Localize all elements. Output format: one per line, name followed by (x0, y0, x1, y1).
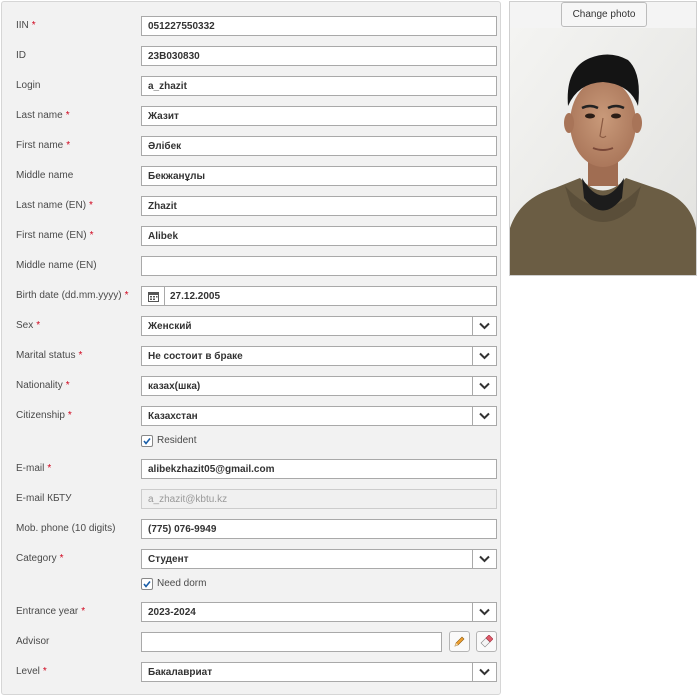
last-name-input[interactable]: Жазит (141, 106, 497, 126)
chevron-down-icon[interactable] (472, 407, 496, 425)
row-first-name-en: First name (EN) * Alibek (2, 226, 500, 246)
required-asterisk: * (65, 380, 70, 391)
last-name-en-input[interactable]: Zhazit (141, 196, 497, 216)
row-id: ID 23B030830 (2, 46, 500, 66)
required-asterisk: * (66, 140, 71, 151)
row-nationality: Nationality * казах(шка) (2, 376, 500, 396)
row-middle-name-en: Middle name (EN) (2, 256, 500, 276)
calendar-icon[interactable] (142, 287, 165, 305)
iin-label: IIN * (16, 20, 36, 31)
citizenship-select[interactable]: Казахстан (141, 406, 497, 426)
change-photo-button[interactable]: Change photo (561, 2, 647, 27)
row-first-name: First name * Әлібек (2, 136, 500, 156)
last-name-label: Last name * (16, 110, 70, 121)
first-name-en-input[interactable]: Alibek (141, 226, 497, 246)
need-dorm-label: Need dorm (157, 578, 207, 589)
email-label: E-mail * (16, 463, 52, 474)
profile-photo (510, 28, 696, 275)
required-asterisk: * (36, 320, 41, 331)
birth-date-input[interactable]: 27.12.2005 (141, 286, 497, 306)
middle-name-input[interactable]: Бекжанұлы (141, 166, 497, 186)
marital-status-select[interactable]: Не состоит в браке (141, 346, 497, 366)
iin-input[interactable]: 051227550332 (141, 16, 497, 36)
checkmark-icon (143, 581, 151, 588)
required-asterisk: * (42, 666, 47, 677)
birth-date-label: Birth date (dd.mm.yyyy) * (16, 290, 129, 301)
row-marital-status: Marital status * Не состоит в браке (2, 346, 500, 366)
mob-phone-label: Mob. phone (10 digits) (16, 523, 116, 534)
row-sex: Sex * Женский (2, 316, 500, 336)
row-login: Login a_zhazit (2, 76, 500, 96)
first-name-input[interactable]: Әлібек (141, 136, 497, 156)
citizenship-label: Citizenship * (16, 410, 72, 421)
email-kbtu-input: a_zhazit@kbtu.kz (141, 489, 497, 509)
row-mob-phone: Mob. phone (10 digits) (775) 076-9949 (2, 519, 500, 539)
need-dorm-checkbox[interactable] (141, 578, 153, 590)
required-asterisk: * (78, 350, 83, 361)
chevron-down-icon[interactable] (472, 317, 496, 335)
row-iin: IIN * 051227550332 (2, 16, 500, 36)
first-name-label: First name * (16, 140, 71, 151)
row-citizenship: Citizenship * Казахстан (2, 406, 500, 426)
email-input[interactable]: alibekzhazit05@gmail.com (141, 459, 497, 479)
chevron-down-icon[interactable] (472, 603, 496, 621)
login-input[interactable]: a_zhazit (141, 76, 497, 96)
row-entrance-year: Entrance year * 2023-2024 (2, 602, 500, 622)
row-category: Category * Студент (2, 549, 500, 569)
middle-name-label: Middle name (16, 170, 74, 181)
required-asterisk: * (47, 463, 52, 474)
marital-status-label: Marital status * (16, 350, 83, 361)
email-kbtu-label: E-mail КБТУ (16, 493, 72, 504)
student-form: IIN * 051227550332 ID 23B030830 Login a_z… (1, 1, 501, 695)
required-asterisk: * (31, 20, 36, 31)
pencil-icon (454, 636, 465, 647)
eraser-icon (480, 635, 493, 648)
login-label: Login (16, 80, 41, 91)
id-input[interactable]: 23B030830 (141, 46, 497, 66)
required-asterisk: * (89, 230, 94, 241)
required-asterisk: * (81, 606, 86, 617)
required-asterisk: * (59, 553, 64, 564)
middle-name-en-input[interactable] (141, 256, 497, 276)
row-email-kbtu: E-mail КБТУ a_zhazit@kbtu.kz (2, 489, 500, 509)
row-middle-name: Middle name Бекжанұлы (2, 166, 500, 186)
category-label: Category * (16, 553, 64, 564)
entrance-year-select[interactable]: 2023-2024 (141, 602, 497, 622)
sex-label: Sex * (16, 320, 41, 331)
sex-select[interactable]: Женский (141, 316, 497, 336)
advisor-label: Advisor (16, 636, 50, 647)
resident-label: Resident (157, 435, 197, 446)
row-last-name-en: Last name (EN) * Zhazit (2, 196, 500, 216)
category-select[interactable]: Студент (141, 549, 497, 569)
entrance-year-label: Entrance year * (16, 606, 86, 617)
level-select[interactable]: Бакалавриат (141, 662, 497, 682)
row-email: E-mail * alibekzhazit05@gmail.com (2, 459, 500, 479)
last-name-en-label: Last name (EN) * (16, 200, 93, 211)
required-asterisk: * (67, 410, 72, 421)
chevron-down-icon[interactable] (472, 377, 496, 395)
row-birth-date: Birth date (dd.mm.yyyy) * 27.12.2005 (2, 286, 500, 306)
resident-checkbox[interactable] (141, 435, 153, 447)
checkmark-icon (143, 438, 151, 445)
id-label: ID (16, 50, 26, 61)
middle-name-en-label: Middle name (EN) (16, 260, 97, 271)
row-last-name: Last name * Жазит (2, 106, 500, 126)
required-asterisk: * (89, 200, 93, 211)
row-level: Level * Бакалавриат (2, 662, 500, 682)
chevron-down-icon[interactable] (472, 347, 496, 365)
required-asterisk: * (124, 290, 129, 301)
chevron-down-icon[interactable] (472, 663, 496, 681)
clear-advisor-button[interactable] (476, 631, 497, 652)
row-advisor: Advisor (2, 631, 500, 652)
required-asterisk: * (65, 110, 70, 121)
chevron-down-icon[interactable] (472, 550, 496, 568)
nationality-label: Nationality * (16, 380, 70, 391)
edit-advisor-button[interactable] (449, 631, 470, 652)
mob-phone-input[interactable]: (775) 076-9949 (141, 519, 497, 539)
advisor-input[interactable] (141, 632, 442, 652)
first-name-en-label: First name (EN) * (16, 230, 94, 241)
photo-panel: Change photo (509, 1, 697, 276)
nationality-select[interactable]: казах(шка) (141, 376, 497, 396)
level-label: Level * (16, 666, 47, 677)
